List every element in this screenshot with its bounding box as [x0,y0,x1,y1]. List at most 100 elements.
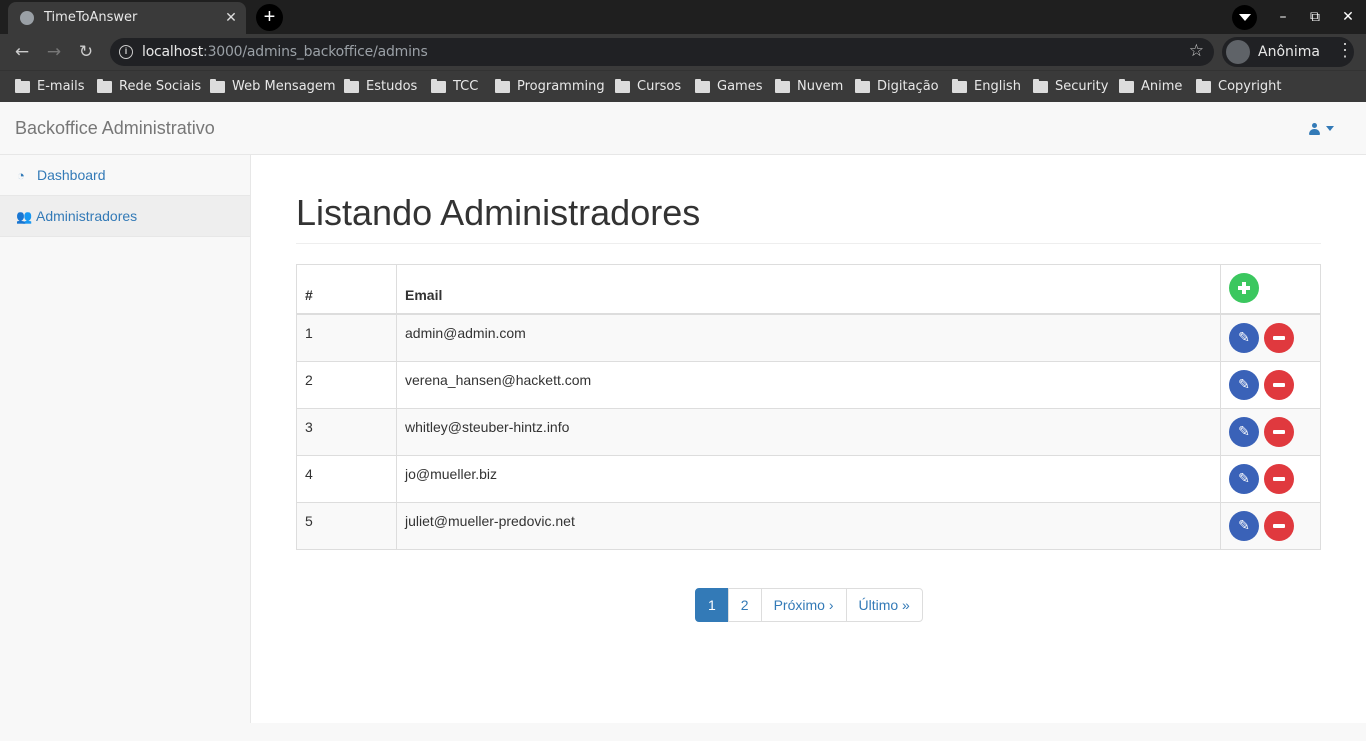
back-icon[interactable]: ← [11,41,33,63]
bookmark-folder[interactable]: Anime [1119,78,1182,96]
delete-button[interactable] [1263,323,1294,353]
cell-id: 1 [296,313,397,362]
reload-icon[interactable]: ↻ [75,41,97,63]
cell-email: verena_hansen@hackett.com [396,361,1221,409]
bookmark-folder[interactable]: Cursos [615,78,681,96]
bookmark-folder[interactable]: Copyright [1196,78,1282,96]
page-header: Listando Administradores [296,191,1321,244]
edit-icon: ✎ [1238,424,1250,440]
bookmark-folder[interactable]: Web Mensagem [210,78,336,96]
edit-icon: ✎ [1238,471,1250,487]
address-bar[interactable]: i localhost:3000/admins_backoffice/admin… [110,38,1214,66]
bookmark-folder[interactable]: Games [695,78,762,96]
brand-link[interactable]: Backoffice Administrativo [15,118,215,139]
bookmark-star-icon[interactable]: ☆ [1189,41,1204,61]
delete-button[interactable] [1263,370,1294,400]
forward-icon[interactable]: → [43,41,65,63]
page-link-2[interactable]: 2 [727,588,762,622]
info-icon[interactable]: i [119,45,133,59]
users-icon: 👥 [16,209,33,224]
folder-icon [495,79,510,93]
bookmark-folder[interactable]: E-mails [15,78,85,96]
browser-tab[interactable]: TimeToAnswer ✕ [8,2,246,34]
top-navbar: Backoffice Administrativo [0,102,1366,155]
table-row: 1 admin@admin.com ✎ [296,313,1321,362]
last-page-link[interactable]: Último » [845,588,923,622]
column-header-email: Email [396,264,1221,315]
folder-icon [344,79,359,93]
add-admin-button[interactable] [1229,273,1259,303]
minus-icon [1272,477,1285,481]
page-bottom-strip [0,723,1366,741]
delete-button[interactable] [1263,417,1294,447]
column-header-actions [1220,264,1321,315]
bookmark-folder[interactable]: Nuvem [775,78,843,96]
sidebar-item-dashboard[interactable]: ◔ Dashboard [0,155,250,196]
browser-toolbar: ← → ↻ i localhost:3000/admins_backoffice… [0,34,1366,70]
close-window-icon[interactable]: ✕ [1337,6,1359,28]
table-row: 3 whitley@steuber-hintz.info ✎ [296,408,1321,456]
table-row: 4 jo@mueller.biz ✎ [296,455,1321,503]
folder-icon [15,79,30,93]
table-row: 2 verena_hansen@hackett.com ✎ [296,361,1321,409]
sidebar-item-label: Administradores [36,208,138,224]
browser-menu-icon[interactable]: ⋮ [1336,40,1354,61]
sidebar: ◔ Dashboard 👥 Administradores [0,155,251,723]
user-dropdown-toggle[interactable] [1306,121,1338,137]
delete-button[interactable] [1263,511,1294,541]
table-row: 5 juliet@mueller-predovic.net ✎ [296,502,1321,550]
tab-search-button[interactable] [1232,5,1257,30]
cell-email: whitley@steuber-hintz.info [396,408,1221,456]
cell-id: 5 [296,502,397,550]
minus-icon [1272,383,1285,387]
next-page-link[interactable]: Próximo › [760,588,847,622]
folder-icon [1196,79,1211,93]
incognito-profile-button[interactable]: Anônima [1222,37,1354,67]
cell-id: 4 [296,455,397,503]
page-link-1[interactable]: 1 [695,588,729,622]
bookmark-folder[interactable]: Programming [495,78,605,96]
folder-icon [695,79,710,93]
browser-tabbar: TimeToAnswer ✕ + – ⧉ ✕ [0,0,1366,34]
bookmark-folder[interactable]: Security [1033,78,1108,96]
edit-button[interactable]: ✎ [1229,323,1259,353]
edit-button[interactable]: ✎ [1229,464,1259,494]
bookmark-folder[interactable]: English [952,78,1021,96]
cell-actions: ✎ [1220,313,1321,362]
tab-close-icon[interactable]: ✕ [222,8,240,26]
edit-icon: ✎ [1238,330,1250,346]
profile-label: Anônima [1258,44,1320,60]
cell-id: 2 [296,361,397,409]
tab-title: TimeToAnswer [44,10,138,25]
folder-icon [97,79,112,93]
bookmark-folder[interactable]: Rede Sociais [97,78,201,96]
bookmark-folder[interactable]: TCC [431,78,478,96]
sidebar-item-administradores[interactable]: 👥 Administradores [0,196,250,237]
incognito-icon [1226,40,1250,64]
bookmark-folder[interactable]: Digitação [855,78,939,96]
page-title: Listando Administradores [296,192,701,233]
cell-actions: ✎ [1220,455,1321,503]
web-page: Backoffice Administrativo ◔ Dashboard 👥 … [0,102,1366,723]
user-icon [1309,123,1320,135]
cell-email: juliet@mueller-predovic.net [396,502,1221,550]
restore-icon[interactable]: ⧉ [1304,6,1326,28]
minimize-icon[interactable]: – [1272,6,1294,28]
folder-icon [855,79,870,93]
folder-icon [952,79,967,93]
edit-button[interactable]: ✎ [1229,417,1259,447]
new-tab-button[interactable]: + [256,4,283,31]
folder-icon [775,79,790,93]
sidebar-item-label: Dashboard [37,167,106,183]
bookmarks-bar: E-mails Rede Sociais Web Mensagem Estudo… [0,70,1366,102]
folder-icon [615,79,630,93]
edit-button[interactable]: ✎ [1229,370,1259,400]
edit-button[interactable]: ✎ [1229,511,1259,541]
bookmark-folder[interactable]: Estudos [344,78,417,96]
delete-button[interactable] [1263,464,1294,494]
folder-icon [431,79,446,93]
minus-icon [1272,430,1285,434]
globe-icon [20,11,34,25]
minus-icon [1272,524,1285,528]
folder-icon [210,79,225,93]
